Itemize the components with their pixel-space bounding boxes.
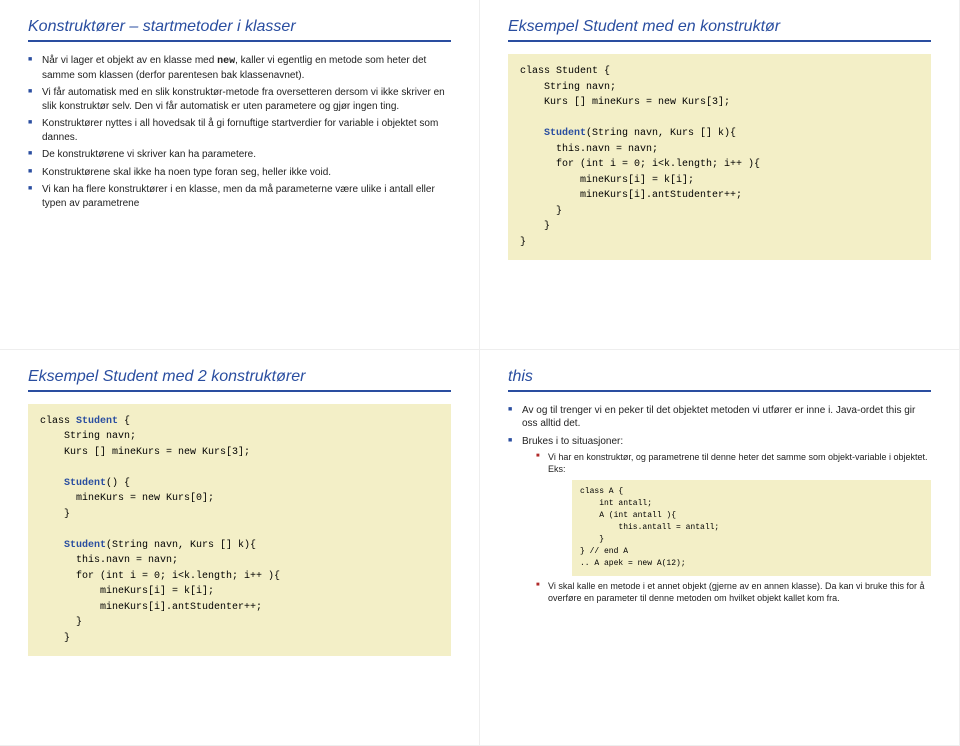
bullet-item: Brukes i to situasjoner: Vi har en konst… [508,435,931,604]
sub-bullet-item: Vi skal kalle en metode i et annet objek… [536,580,931,604]
bullet-item: Av og til trenger vi en peker til det ob… [508,404,931,431]
slide-1-bullets: Når vi lager et objekt av en klasse med … [28,54,451,210]
bullet-item: Vi får automatisk med en slik konstruktø… [28,86,451,113]
slide-3-code: class Student { String navn; Kurs [] min… [28,404,451,657]
slide-1-title: Konstruktører – startmetoder i klasser [28,18,451,42]
slide-3-title: Eksempel Student med 2 konstruktører [28,368,451,392]
bullet-item: Konstruktører nyttes i all hovedsak til … [28,117,451,144]
slide-grid: Konstruktører – startmetoder i klasser N… [0,0,960,746]
slide-3: Eksempel Student med 2 konstruktører cla… [0,350,480,746]
slide-4-bullets: Av og til trenger vi en peker til det ob… [508,404,931,604]
slide-2: Eksempel Student med en konstruktør clas… [480,0,960,350]
slide-2-code: class Student { String navn; Kurs [] min… [508,54,931,260]
slide-4-code: class A { int antall; A (int antall ){ t… [572,480,931,576]
bullet-item: Når vi lager et objekt av en klasse med … [28,54,451,82]
bullet-item: De konstruktørene vi skriver kan ha para… [28,148,451,162]
slide-1: Konstruktører – startmetoder i klasser N… [0,0,480,350]
slide-4: this Av og til trenger vi en peker til d… [480,350,960,746]
slide-2-title: Eksempel Student med en konstruktør [508,18,931,42]
bullet-item: Konstruktørene skal ikke ha noen type fo… [28,166,451,180]
slide-4-title: this [508,368,931,392]
sub-bullets: Vi har en konstruktør, og parametrene ti… [522,451,931,604]
bullet-item: Vi kan ha flere konstruktører i en klass… [28,183,451,210]
sub-bullet-item: Vi har en konstruktør, og parametrene ti… [536,451,931,575]
